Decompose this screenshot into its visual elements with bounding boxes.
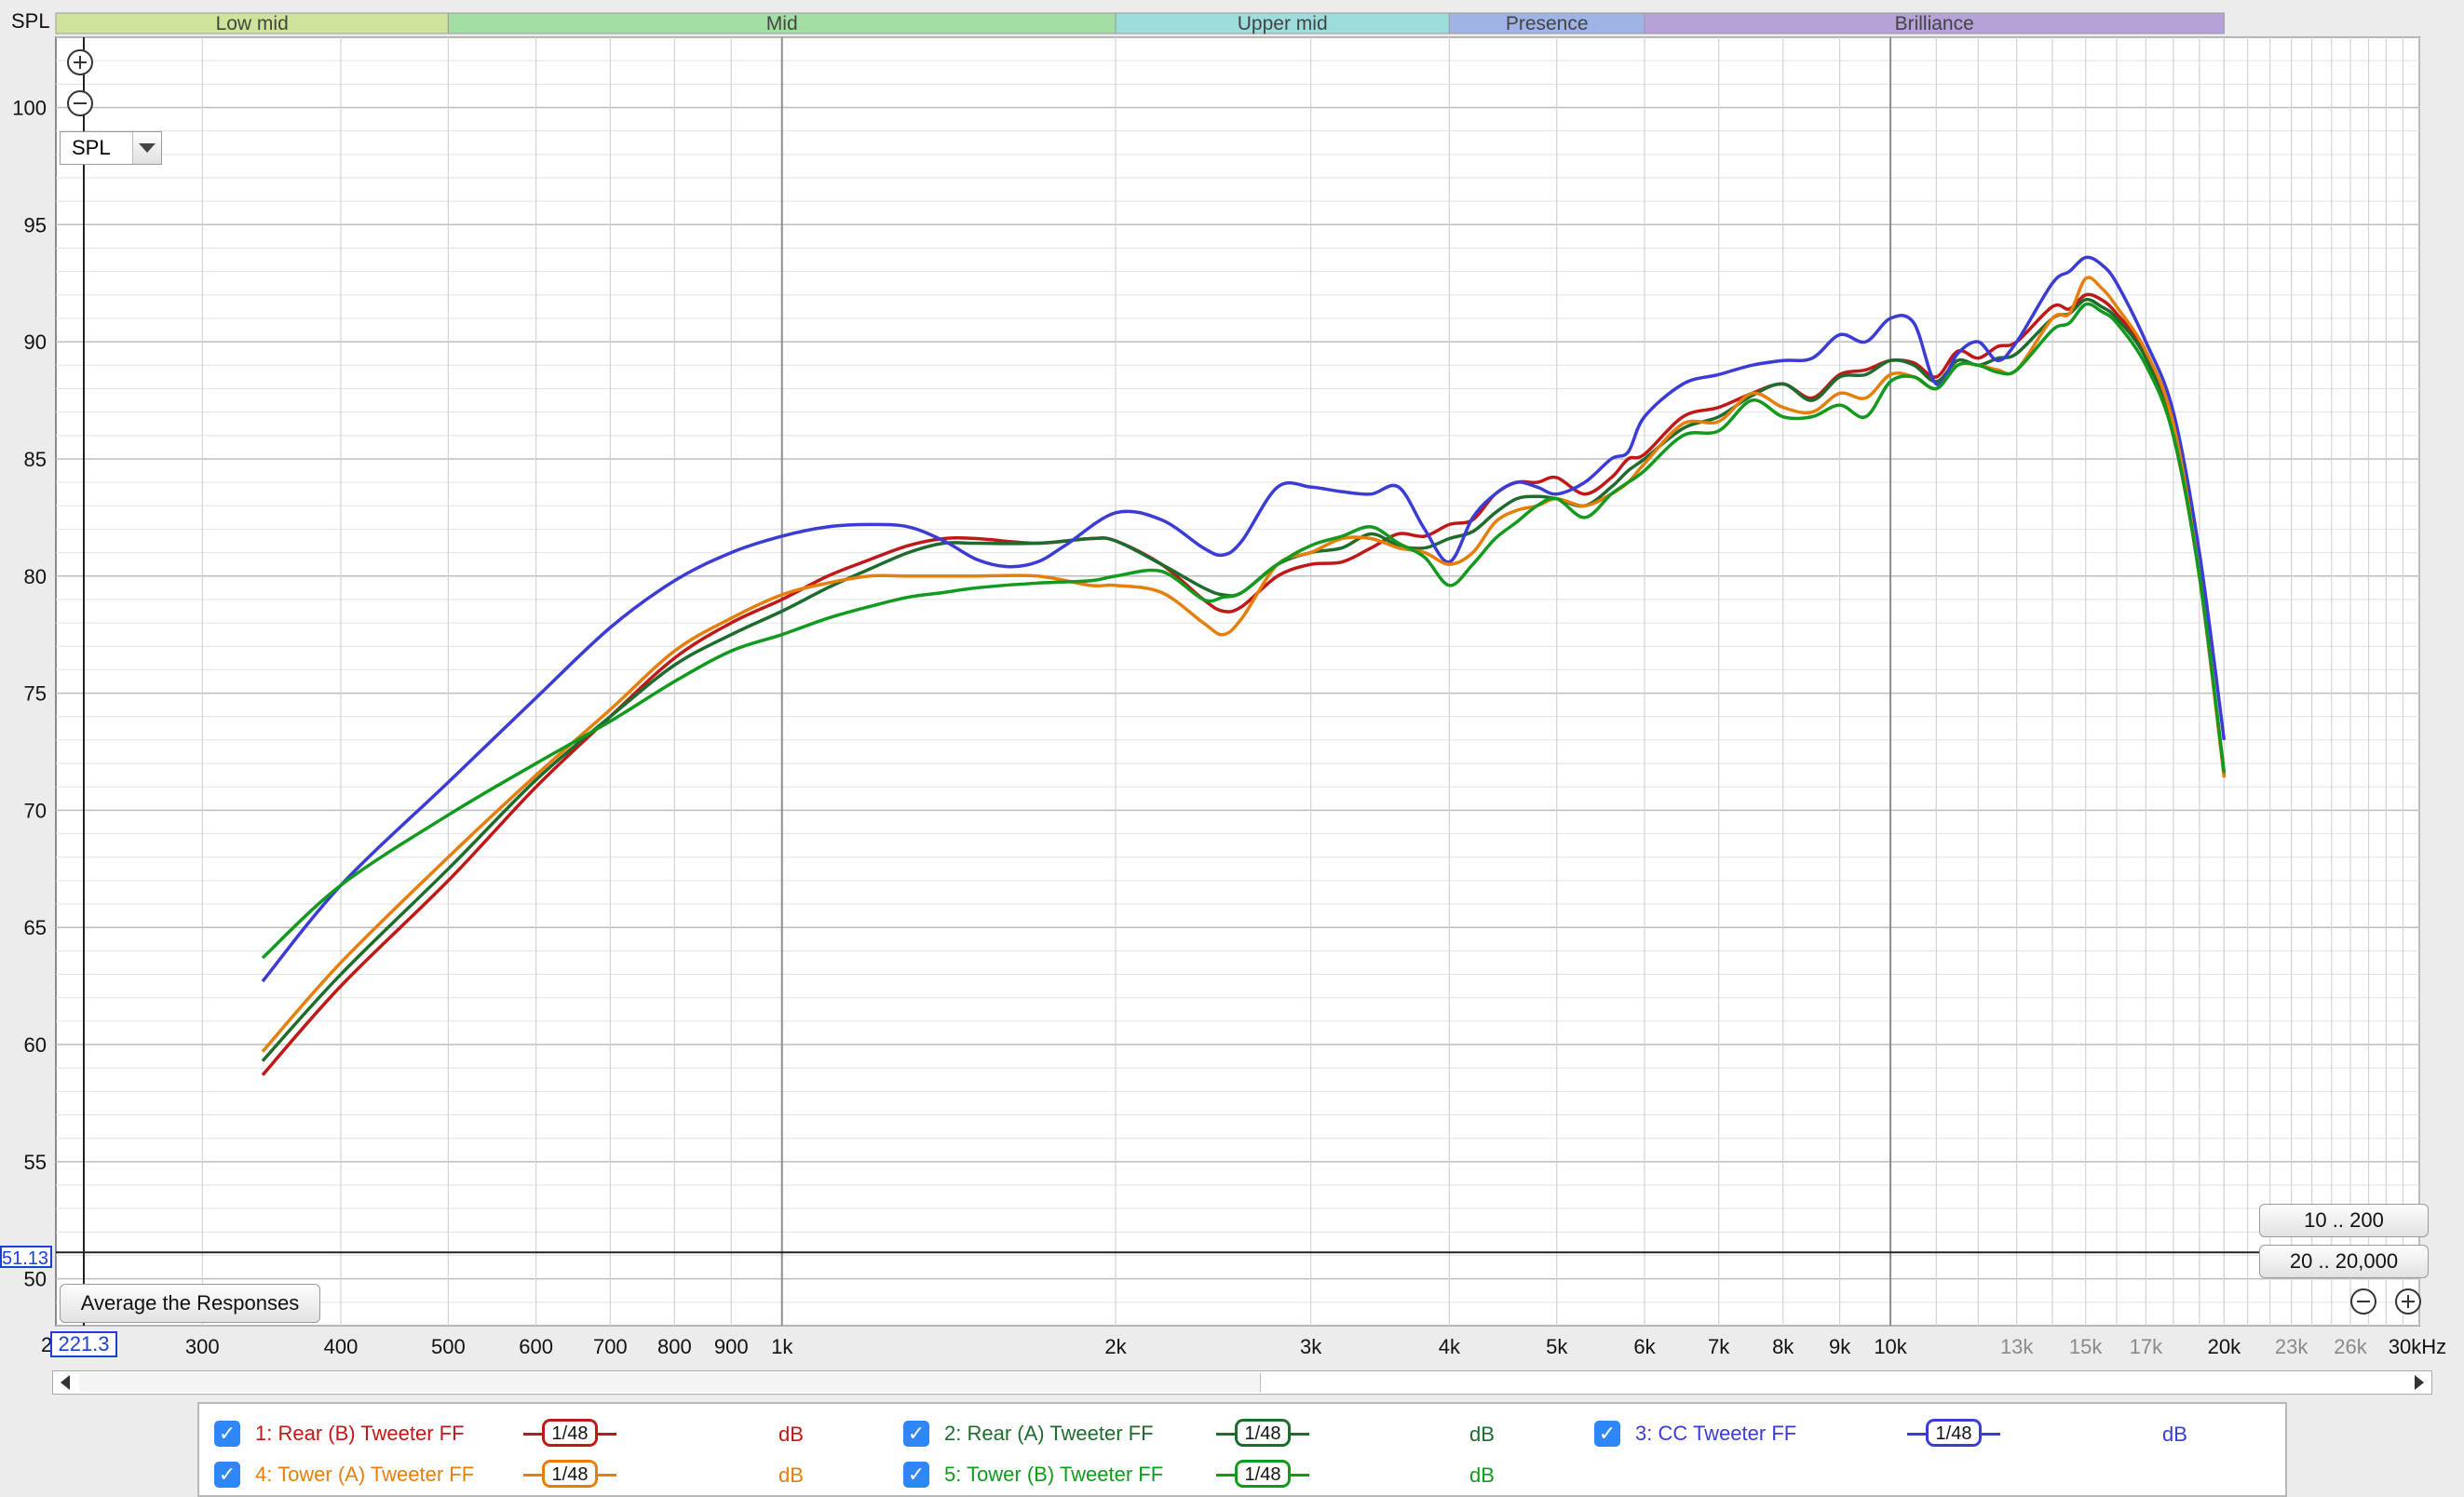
legend-item-2[interactable]: ✓ 2: Rear (A) Tweeter FF: [903, 1415, 1154, 1452]
smoothing-value: 1/48: [1235, 1460, 1291, 1488]
unit-selector[interactable]: SPL: [60, 131, 162, 165]
smoothing-value: 1/48: [542, 1460, 598, 1488]
band-label: Brilliance: [1895, 13, 1974, 34]
y-tick-label: 65: [24, 916, 47, 939]
x-tick-label: 6k: [1633, 1335, 1656, 1358]
band-label: Presence: [1506, 13, 1589, 34]
x-tick-label: 4k: [1439, 1335, 1461, 1358]
chevron-down-icon[interactable]: [132, 132, 161, 164]
x-tick-label: 9k: [1829, 1335, 1851, 1358]
legend-label: 2: Rear (A) Tweeter FF: [944, 1422, 1154, 1445]
legend-unit: dB: [778, 1423, 804, 1446]
legend-label: 5: Tower (B) Tweeter FF: [944, 1463, 1164, 1486]
y-tick-label: 60: [24, 1033, 47, 1057]
y-tick-label: 90: [24, 330, 47, 354]
x-tick-label: 20k: [2208, 1335, 2241, 1358]
y-tick-label: 100: [12, 96, 47, 119]
smoothing-value: 1/48: [542, 1419, 598, 1447]
y-axis-title: SPL: [11, 9, 50, 33]
legend-label: 1: Rear (B) Tweeter FF: [255, 1422, 465, 1445]
smoothing-indicator-2[interactable]: 1/48: [1216, 1415, 1309, 1452]
y-tick-label: 70: [24, 799, 47, 822]
x-tick-label: 400: [324, 1335, 359, 1358]
smoothing-indicator-3[interactable]: 1/48: [1907, 1415, 2000, 1452]
y-cursor-value[interactable]: 51.13: [0, 1246, 52, 1268]
checkbox-checked-icon[interactable]: ✓: [903, 1462, 929, 1488]
y-tick-label: 75: [24, 682, 47, 706]
checkbox-checked-icon[interactable]: ✓: [1594, 1421, 1620, 1447]
y-tick-label: 50: [24, 1268, 47, 1291]
average-responses-button[interactable]: Average the Responses: [60, 1284, 320, 1323]
legend-label: 3: CC Tweeter FF: [1635, 1422, 1797, 1445]
x-tick-label: 26k: [2334, 1335, 2367, 1358]
checkbox-checked-icon[interactable]: ✓: [214, 1421, 240, 1447]
zoom-out-horizontal-icon[interactable]: [2350, 1288, 2376, 1315]
frequency-bands: Low mid Mid Upper mid Presence Brilliance: [55, 12, 2225, 34]
x-tick-label: 10k: [1874, 1335, 1907, 1358]
x-tick-label: 13k: [2000, 1335, 2034, 1358]
x-tick-label: 15k: [2069, 1335, 2103, 1358]
x-tick-label: 500: [431, 1335, 466, 1358]
legend-unit: dB: [778, 1463, 804, 1487]
plot-area[interactable]: [55, 36, 2420, 1327]
legend-unit: dB: [1469, 1463, 1495, 1487]
horizontal-scrollbar[interactable]: [52, 1370, 2432, 1395]
smoothing-indicator-1[interactable]: 1/48: [523, 1415, 616, 1452]
x-tick-label: 600: [519, 1335, 553, 1358]
x-tick-label: 30kHz: [2389, 1335, 2446, 1358]
range-20-20000-button[interactable]: 20 .. 20,000: [2259, 1245, 2429, 1278]
range-10-200-button[interactable]: 10 .. 200: [2259, 1204, 2429, 1237]
smoothing-indicator-4[interactable]: 1/48: [523, 1456, 616, 1493]
y-axis-labels: 50 55 60 65 70 75 80 85 90 95 100: [12, 96, 47, 1290]
legend-label: 4: Tower (A) Tweeter FF: [255, 1463, 475, 1486]
x-tick-label: 700: [593, 1335, 628, 1358]
y-tick-label: 55: [24, 1151, 47, 1174]
zoom-in-horizontal-icon[interactable]: [2395, 1288, 2421, 1315]
x-tick-label: 3k: [1300, 1335, 1322, 1358]
band-label: Upper mid: [1238, 13, 1328, 34]
zoom-in-vertical-icon[interactable]: [67, 49, 93, 75]
scroll-right-icon[interactable]: [2407, 1371, 2431, 1394]
x-tick-label: 5k: [1546, 1335, 1568, 1358]
x-axis-labels: 300 400 500 600 700 800 900 1k 2k 3k 4k 5k 6k 7k 8k 9k 1…: [185, 1335, 2446, 1358]
x-tick-label: 300: [185, 1335, 220, 1358]
checkbox-checked-icon[interactable]: ✓: [214, 1462, 240, 1488]
y-tick-label: 85: [24, 448, 47, 471]
legend-unit: dB: [1469, 1423, 1495, 1446]
legend-item-4[interactable]: ✓ 4: Tower (A) Tweeter FF: [214, 1456, 474, 1493]
x-tick-label: 17k: [2130, 1335, 2163, 1358]
y-tick-label: 95: [24, 213, 47, 236]
x-tick-label: 800: [657, 1335, 692, 1358]
legend-unit: dB: [2162, 1423, 2187, 1446]
legend-item-5[interactable]: ✓ 5: Tower (B) Tweeter FF: [903, 1456, 1163, 1493]
x-tick-label: 23k: [2275, 1335, 2308, 1358]
x-cursor-value[interactable]: 221.3: [50, 1331, 117, 1357]
smoothing-value: 1/48: [1926, 1419, 1982, 1447]
graph-canvas[interactable]: Low mid Mid Upper mid Presence Brilliance 30…: [0, 0, 2464, 1497]
smoothing-indicator-5[interactable]: 1/48: [1216, 1456, 1309, 1493]
x-tick-label: 1k: [771, 1335, 793, 1358]
x-tick-label: 2k: [1104, 1335, 1127, 1358]
measurement-legend: ✓ 1: Rear (B) Tweeter FF 1/48 dB ✓ 2: Re…: [197, 1402, 2287, 1497]
legend-item-3[interactable]: ✓ 3: CC Tweeter FF: [1594, 1415, 1796, 1452]
checkbox-checked-icon[interactable]: ✓: [903, 1421, 929, 1447]
scroll-thumb[interactable]: [79, 1373, 1261, 1392]
x-tick-label: 900: [714, 1335, 749, 1358]
scroll-left-icon[interactable]: [53, 1371, 77, 1394]
unit-selector-value: SPL: [72, 136, 111, 159]
y-tick-label: 80: [24, 565, 47, 588]
band-label: Mid: [766, 13, 798, 34]
smoothing-value: 1/48: [1235, 1419, 1291, 1447]
x-tick-label: 8k: [1772, 1335, 1794, 1358]
legend-item-1[interactable]: ✓ 1: Rear (B) Tweeter FF: [214, 1415, 465, 1452]
zoom-out-vertical-icon[interactable]: [67, 90, 93, 116]
band-label: Low mid: [216, 13, 289, 34]
x-tick-label: 7k: [1708, 1335, 1730, 1358]
